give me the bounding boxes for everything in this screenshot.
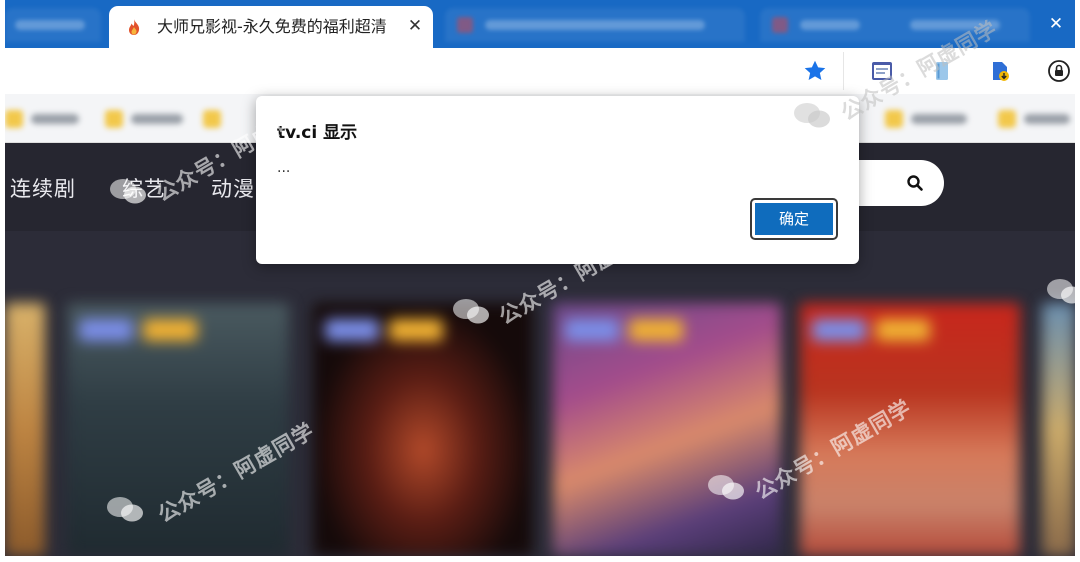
ok-button[interactable]: 确定 <box>750 198 838 240</box>
wechat-logo-icon <box>1047 279 1075 304</box>
wechat-logo-icon <box>110 179 146 204</box>
lock-icon[interactable] <box>1048 60 1070 82</box>
wechat-logo-icon <box>453 299 489 324</box>
blurred-tab[interactable] <box>5 8 101 42</box>
close-tab-icon[interactable]: ✕ <box>405 15 425 36</box>
search-icon[interactable] <box>906 174 924 192</box>
wechat-logo-icon <box>107 497 143 522</box>
bookmark-star-icon[interactable] <box>802 58 828 84</box>
movie-poster[interactable] <box>313 303 533 556</box>
bookmark-item[interactable] <box>5 108 85 130</box>
file-download-icon[interactable] <box>989 60 1011 82</box>
blurred-tab[interactable] <box>445 8 745 42</box>
movie-poster[interactable] <box>800 303 1020 556</box>
dialog-message: ... <box>277 160 291 176</box>
bookmark-item[interactable] <box>998 108 1075 130</box>
fire-icon <box>129 19 140 35</box>
browser-window: 大师兄影视-永久免费的福利超清 ✕ ✕ 连续剧 综艺 动漫 tv.ci 显示 .… <box>5 0 1075 556</box>
address-bar[interactable] <box>5 52 844 90</box>
wechat-logo-icon <box>794 103 830 128</box>
movie-poster[interactable] <box>553 303 781 556</box>
tab-title: 大师兄影视-永久免费的福利超清 <box>157 18 387 36</box>
alert-dialog: tv.ci 显示 ... 确定 <box>256 96 859 264</box>
wechat-logo-icon <box>708 475 744 500</box>
movie-poster[interactable] <box>1042 303 1075 556</box>
tab-strip: 大师兄影视-永久免费的福利超清 ✕ ✕ <box>5 0 1075 48</box>
bookmark-item[interactable] <box>885 108 975 130</box>
bookmark-item[interactable] <box>105 108 195 130</box>
window-close-icon[interactable]: ✕ <box>1045 13 1067 35</box>
movie-poster[interactable] <box>5 303 45 556</box>
nav-item-tv-series[interactable]: 连续剧 <box>10 173 76 203</box>
active-tab[interactable]: 大师兄影视-永久免费的福利超清 ✕ <box>109 6 433 48</box>
